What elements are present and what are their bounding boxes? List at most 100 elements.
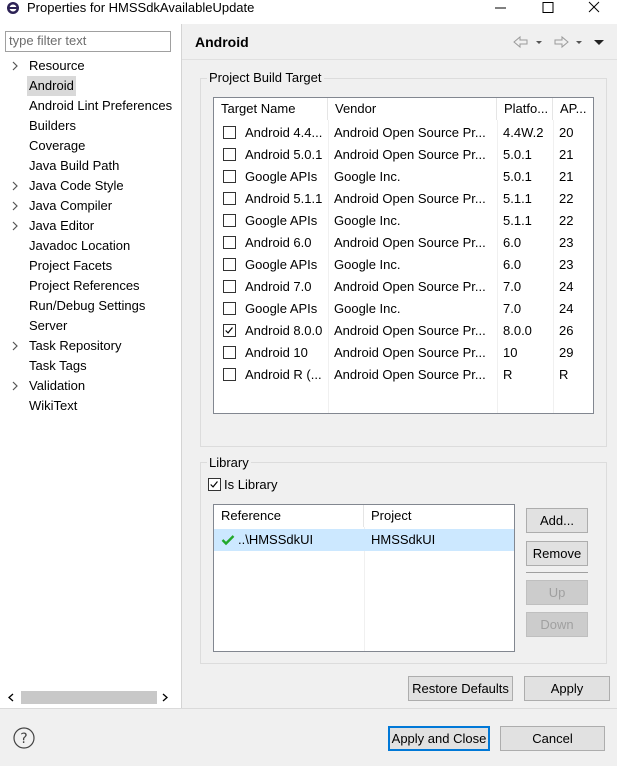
tree-item[interactable]: Task Tags (0, 356, 181, 376)
tree-item-label: Server (29, 318, 68, 333)
target-name-cell: Android 4.4... (245, 125, 323, 140)
target-checkbox[interactable] (223, 126, 236, 139)
up-button[interactable]: Up (526, 580, 588, 605)
table-row[interactable]: Google APIs Google Inc. 6.0 23 (214, 254, 593, 276)
tree-horizontal-scrollbar[interactable] (5, 689, 171, 706)
tree-item[interactable]: Java Code Style (0, 176, 181, 196)
table-row[interactable]: Android 8.0.0 Android Open Source Pr... 8.… (214, 320, 593, 342)
cancel-button[interactable]: Cancel (500, 726, 605, 751)
chevron-right-icon[interactable] (9, 56, 21, 76)
table-row[interactable]: Android 7.0 Android Open Source Pr... 7.0 2… (214, 276, 593, 298)
api-cell: 26 (559, 323, 574, 338)
scroll-left-icon[interactable] (5, 691, 17, 704)
tree-item-label: Resource (29, 58, 85, 73)
table-row[interactable]: Android 5.1.1 Android Open Source Pr... 5.… (214, 188, 593, 210)
target-checkbox[interactable] (223, 324, 236, 337)
target-name-cell: Android 10 (245, 345, 308, 360)
restore-defaults-button[interactable]: Restore Defaults (408, 676, 513, 701)
build-target-group-label: Project Build Target (207, 70, 324, 86)
apply-and-close-button[interactable]: Apply and Close (388, 726, 490, 751)
tree-item[interactable]: Java Build Path (0, 156, 181, 176)
chevron-right-icon[interactable] (9, 336, 21, 356)
tree-item[interactable]: Resource (0, 56, 181, 76)
target-checkbox[interactable] (223, 258, 236, 271)
forward-arrow-icon[interactable] (552, 34, 570, 50)
table-row[interactable]: Google APIs Google Inc. 7.0 24 (214, 298, 593, 320)
table-row[interactable]: Google APIs Google Inc. 5.1.1 22 (214, 210, 593, 232)
back-dropdown-icon[interactable] (534, 34, 544, 50)
back-arrow-icon[interactable] (512, 34, 530, 50)
tree-item[interactable]: Builders (0, 116, 181, 136)
help-icon[interactable]: ? (13, 727, 35, 749)
svg-text:?: ? (20, 731, 27, 747)
tree-item[interactable]: Run/Debug Settings (0, 296, 181, 316)
scroll-thumb[interactable] (21, 691, 157, 704)
chevron-right-icon[interactable] (9, 176, 21, 196)
column-api[interactable]: AP... (553, 98, 593, 120)
tree-item[interactable]: Server (0, 316, 181, 336)
is-library-label[interactable]: Is Library (224, 476, 277, 493)
target-checkbox[interactable] (223, 148, 236, 161)
target-checkbox[interactable] (223, 346, 236, 359)
maximize-icon[interactable] (537, 0, 559, 16)
minimize-icon[interactable] (490, 0, 512, 16)
tree-item[interactable]: Java Editor (0, 216, 181, 236)
target-checkbox[interactable] (223, 368, 236, 381)
api-cell: 23 (559, 257, 574, 272)
forward-dropdown-icon[interactable] (574, 34, 584, 50)
target-name-cell: Google APIs (245, 213, 318, 228)
close-icon[interactable] (583, 0, 605, 16)
table-row[interactable]: Android 5.0.1 Android Open Source Pr... 5.… (214, 144, 593, 166)
chevron-right-icon[interactable] (9, 216, 21, 236)
tree-item[interactable]: Java Compiler (0, 196, 181, 216)
column-platform[interactable]: Platfo... (497, 98, 553, 120)
tree-item[interactable]: Task Repository (0, 336, 181, 356)
target-checkbox[interactable] (223, 302, 236, 315)
table-row[interactable]: Android R (... Android Open Source Pr... R… (214, 364, 593, 386)
column-project[interactable]: Project (364, 505, 514, 527)
column-reference[interactable]: Reference (214, 505, 364, 527)
table-row[interactable]: Android 4.4... Android Open Source Pr... 4… (214, 122, 593, 144)
library-reference-table[interactable]: Reference Project ..\HMSSdkUI HMSSdkUI (213, 504, 515, 652)
tree-item-label: Validation (29, 378, 86, 393)
tree-item[interactable]: Android Lint Preferences (0, 96, 181, 116)
table-row[interactable]: Android 10 Android Open Source Pr... 10 29 (214, 342, 593, 364)
tree-item[interactable]: Android (0, 76, 181, 96)
tree-item-label: Java Compiler (29, 198, 113, 213)
tree-item[interactable]: Project Facets (0, 256, 181, 276)
chevron-right-icon[interactable] (9, 376, 21, 396)
tree-item[interactable]: WikiText (0, 396, 181, 416)
tree-item[interactable]: Validation (0, 376, 181, 396)
tree-item[interactable]: Project References (0, 276, 181, 296)
chevron-right-icon[interactable] (9, 196, 21, 216)
tree-item[interactable]: Coverage (0, 136, 181, 156)
tree-item[interactable]: Javadoc Location (0, 236, 181, 256)
target-checkbox[interactable] (223, 214, 236, 227)
scroll-right-icon[interactable] (159, 691, 171, 704)
build-target-table[interactable]: Target Name Vendor Platfo... AP... Andro… (213, 97, 594, 414)
api-cell: 20 (559, 125, 574, 140)
add-button[interactable]: Add... (526, 508, 588, 533)
down-button[interactable]: Down (526, 612, 588, 637)
table-row[interactable]: Google APIs Google Inc. 5.0.1 21 (214, 166, 593, 188)
target-name-cell: Android R (... (245, 367, 322, 382)
tree-item-label: Java Code Style (29, 178, 124, 193)
remove-button[interactable]: Remove (526, 541, 588, 566)
checkmark-icon (225, 327, 233, 334)
is-library-checkbox[interactable] (208, 478, 221, 491)
table-row[interactable]: ..\HMSSdkUI HMSSdkUI (214, 529, 514, 551)
target-checkbox[interactable] (223, 236, 236, 249)
property-tree: Resource Android Android Lint Preferences B… (0, 56, 181, 416)
table-row[interactable]: Android 6.0 Android Open Source Pr... 6.0 2… (214, 232, 593, 254)
target-checkbox[interactable] (223, 192, 236, 205)
filter-input[interactable]: type filter text (5, 31, 171, 52)
platform-cell: 7.0 (503, 279, 522, 294)
vendor-cell: Android Open Source Pr... (334, 323, 486, 338)
column-target-name[interactable]: Target Name (214, 98, 328, 120)
target-checkbox[interactable] (223, 280, 236, 293)
view-menu-icon[interactable] (592, 34, 606, 50)
apply-button[interactable]: Apply (524, 676, 610, 701)
target-checkbox[interactable] (223, 170, 236, 183)
column-vendor[interactable]: Vendor (328, 98, 497, 120)
project-cell: HMSSdkUI (371, 532, 436, 547)
